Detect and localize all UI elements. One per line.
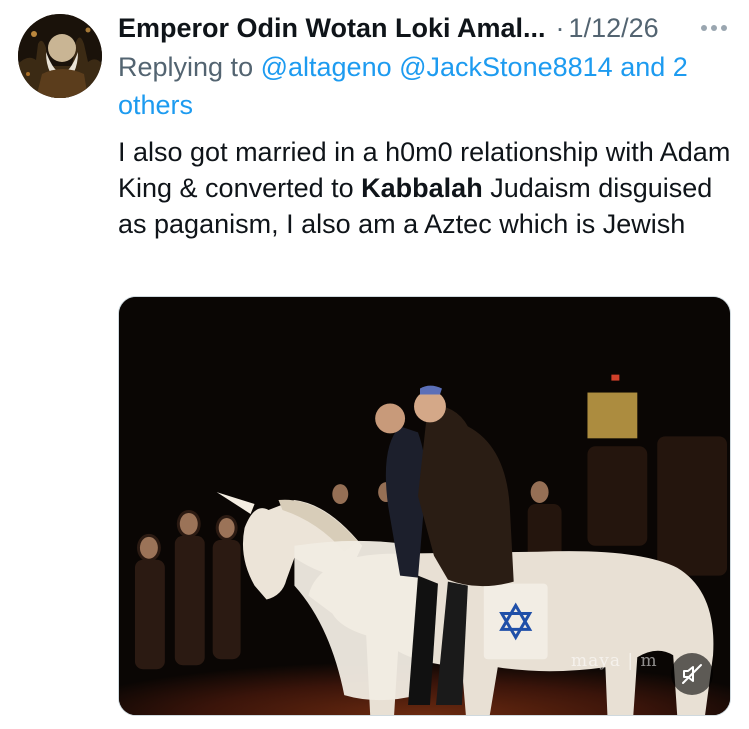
more-horizontal-icon[interactable] xyxy=(696,14,732,42)
separator-dot: · xyxy=(555,13,565,43)
replying-to: Replying to @altageno @JackStone8814 and… xyxy=(118,48,728,124)
mention-link[interactable]: @altageno xyxy=(261,52,392,82)
avatar[interactable] xyxy=(18,14,102,98)
tweet[interactable]: Emperor Odin Wotan Loki Amal... · 1/12/2… xyxy=(0,0,749,729)
tweet-text: I also got married in a h0m0 relationshi… xyxy=(118,134,738,242)
video-watermark: maya | m xyxy=(571,651,658,671)
replying-to-prefix: Replying to xyxy=(118,52,261,82)
media-video[interactable]: maya | m xyxy=(118,296,731,716)
tweet-text-bold: Kabbalah xyxy=(361,173,483,203)
tweet-header: Emperor Odin Wotan Loki Amal... · 1/12/2… xyxy=(118,10,738,46)
display-name[interactable]: Emperor Odin Wotan Loki Amal... xyxy=(118,10,546,46)
timestamp[interactable]: 1/12/26 xyxy=(569,10,659,46)
mention-link[interactable]: @JackStone8814 xyxy=(399,52,613,82)
muted-speaker-icon[interactable] xyxy=(671,653,713,695)
